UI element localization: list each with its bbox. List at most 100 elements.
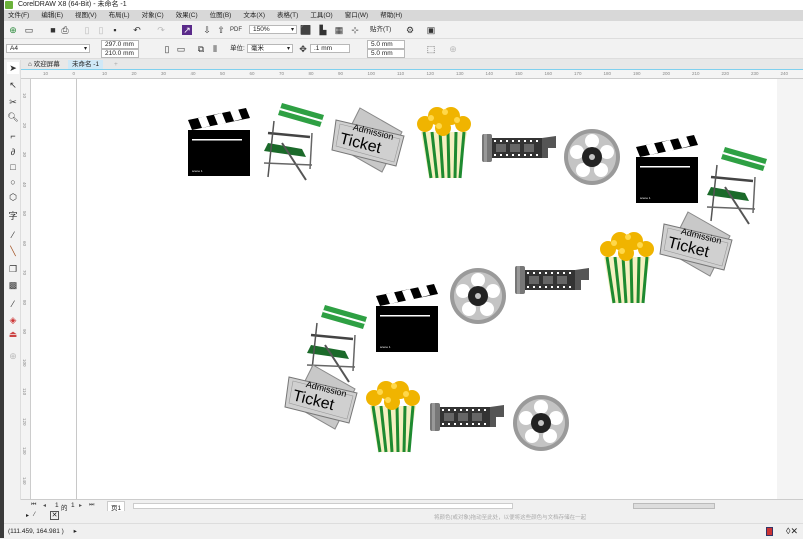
- admission-ticket-clipart[interactable]: AdmissionTicket: [284, 364, 365, 445]
- portrait-icon[interactable]: ▯: [162, 44, 172, 54]
- no-color-swatch[interactable]: ✕: [50, 511, 59, 520]
- publish-pdf-icon[interactable]: PDF: [230, 25, 242, 35]
- film-strip-clipart[interactable]: [430, 401, 510, 481]
- tab-untitled-1[interactable]: 未命名 -1: [68, 60, 104, 69]
- scrollbar-thumb[interactable]: [633, 503, 715, 509]
- paste-icon[interactable]: ▪: [110, 25, 120, 35]
- page-width-input[interactable]: 297.0 mm: [101, 40, 139, 49]
- copy-icon[interactable]: ▯: [96, 25, 106, 35]
- guidelines-icon[interactable]: ⊹: [350, 25, 360, 35]
- popcorn-clipart[interactable]: [598, 229, 678, 309]
- zoom-level-dropdown[interactable]: 150%: [249, 25, 297, 34]
- ruler-tick-label: 180: [603, 71, 612, 76]
- prev-page-button[interactable]: ◂: [43, 502, 46, 509]
- undo-icon[interactable]: ↶: [132, 25, 142, 35]
- admission-ticket-clipart[interactable]: AdmissionTicket: [331, 107, 412, 188]
- current-page-icon[interactable]: ⫴: [210, 44, 220, 54]
- clapperboard-clipart[interactable]: scene 1: [376, 284, 456, 364]
- connector-tool-icon[interactable]: ╲: [7, 245, 19, 257]
- export-icon[interactable]: ⇧: [216, 25, 226, 35]
- new-tab-button[interactable]: +: [110, 60, 122, 69]
- eyedropper-small-icon[interactable]: ⁄: [34, 512, 35, 518]
- horizontal-ruler[interactable]: 10 0 10 20 30 40 50 60 70 80 90 100 110 120 130 140 150 1…: [21, 69, 803, 79]
- all-pages-icon[interactable]: ⧉: [196, 44, 206, 54]
- menu-table[interactable]: 表格(T): [277, 10, 306, 21]
- treat-as-filled-icon[interactable]: ⬚: [426, 44, 436, 54]
- new-document-icon[interactable]: ⊕: [8, 25, 18, 35]
- film-reel-clipart[interactable]: [450, 268, 530, 348]
- film-reel-clipart[interactable]: [564, 129, 644, 209]
- save-icon[interactable]: ■: [48, 25, 58, 35]
- clapperboard-clipart[interactable]: scene 1: [188, 108, 268, 188]
- status-arrow-icon[interactable]: ▸: [74, 528, 77, 535]
- options-gear-icon[interactable]: ⚙: [405, 25, 415, 35]
- drop-shadow-icon[interactable]: ❐: [7, 263, 19, 275]
- polygon-tool-icon[interactable]: ⬡: [7, 191, 19, 203]
- rulers-icon[interactable]: ▙: [318, 25, 328, 35]
- artistic-media-icon[interactable]: ∂: [7, 146, 19, 158]
- transparency-icon[interactable]: ▩: [7, 279, 19, 291]
- horizontal-scrollbar[interactable]: [133, 503, 513, 509]
- page-height-input[interactable]: 210.0 mm: [101, 49, 139, 58]
- snap-to-dropdown[interactable]: 贴齐(T): [370, 25, 391, 35]
- duplicate-y-input[interactable]: 5.0 mm: [367, 49, 405, 58]
- total-pages: 1: [71, 502, 75, 509]
- clapperboard-clipart[interactable]: scene 1: [636, 135, 716, 215]
- open-icon[interactable]: ▭: [24, 25, 34, 35]
- menu-effects[interactable]: 效果(C): [176, 10, 206, 21]
- film-reel-clipart[interactable]: [513, 395, 593, 475]
- interactive-fill-icon[interactable]: ◈: [7, 314, 19, 326]
- landscape-icon[interactable]: ▭: [176, 44, 186, 54]
- coreldraw-logo-icon: [5, 1, 13, 9]
- ruler-tick-label: 210: [692, 71, 700, 76]
- menu-object[interactable]: 对象(C): [142, 10, 172, 21]
- smart-fill-icon[interactable]: ⏏: [7, 328, 19, 340]
- import-icon[interactable]: ⇩: [202, 25, 212, 35]
- shape-tool-icon[interactable]: ↖: [7, 79, 19, 91]
- print-icon[interactable]: ⎙: [60, 25, 70, 35]
- menu-bitmaps[interactable]: 位图(B): [210, 10, 240, 21]
- last-page-button[interactable]: ⏭: [89, 502, 94, 509]
- application-launcher-icon[interactable]: ▣: [426, 25, 436, 35]
- tab-welcome-screen[interactable]: ⌂ 欢迎屏幕: [24, 60, 64, 69]
- menu-help[interactable]: 帮助(H): [380, 10, 410, 21]
- units-dropdown[interactable]: 毫米: [247, 44, 293, 53]
- ruler-tick-label: 100: [367, 71, 376, 76]
- menu-file[interactable]: 文件(F): [8, 10, 37, 21]
- text-tool-icon[interactable]: 字: [7, 210, 19, 222]
- menu-window[interactable]: 窗口(W): [345, 10, 376, 21]
- eyedropper-icon[interactable]: ⁄: [7, 298, 19, 310]
- first-page-button[interactable]: ⏮: [31, 502, 36, 509]
- menu-view[interactable]: 视图(V): [75, 10, 105, 21]
- page-navigator: ⏮ ◂ 1 的 1 ▸ ⏭ 页1: [21, 499, 803, 513]
- directors-chair-clipart[interactable]: [262, 101, 342, 183]
- page-size-dropdown[interactable]: A4: [6, 44, 90, 53]
- vertical-ruler[interactable]: 10 20 30 40 50 60 70 80 90 100 110 120 130 140: [21, 79, 31, 499]
- freehand-tool-icon[interactable]: ⌐: [7, 130, 19, 142]
- nudge-value: .1 mm: [314, 45, 333, 52]
- duplicate-x-input[interactable]: 5.0 mm: [367, 40, 405, 49]
- menu-edit[interactable]: 编辑(E): [41, 10, 71, 21]
- next-page-button[interactable]: ▸: [79, 502, 82, 509]
- ruler-tick-label: 50: [220, 71, 226, 76]
- zoom-tool-icon[interactable]: 🔍︎: [7, 111, 19, 123]
- menu-layout[interactable]: 布局(L): [109, 10, 138, 21]
- add-preset-icon[interactable]: ⊕: [448, 44, 458, 54]
- palette-arrow-icon[interactable]: ▸: [26, 512, 29, 519]
- cut-icon[interactable]: ▯: [82, 25, 92, 35]
- nudge-distance-input[interactable]: .1 mm: [310, 44, 350, 53]
- redo-icon[interactable]: ↷: [156, 25, 166, 35]
- menu-tools[interactable]: 工具(O): [310, 10, 340, 21]
- parallel-dimension-icon[interactable]: ⁄: [7, 229, 19, 241]
- full-screen-icon[interactable]: ⬛: [300, 25, 311, 35]
- menu-text[interactable]: 文本(X): [243, 10, 273, 21]
- ruler-tick-label: 20: [22, 122, 27, 128]
- pick-tool-icon[interactable]: ➤: [7, 62, 19, 74]
- film-strip-clipart[interactable]: [482, 132, 562, 212]
- search-content-icon[interactable]: ↗: [182, 25, 192, 35]
- add-tool-icon[interactable]: ⊕: [7, 350, 19, 362]
- rectangle-tool-icon[interactable]: □: [7, 161, 19, 173]
- grid-icon[interactable]: ▦: [334, 25, 344, 35]
- crop-tool-icon[interactable]: ✂: [7, 96, 19, 108]
- ellipse-tool-icon[interactable]: ○: [7, 176, 19, 188]
